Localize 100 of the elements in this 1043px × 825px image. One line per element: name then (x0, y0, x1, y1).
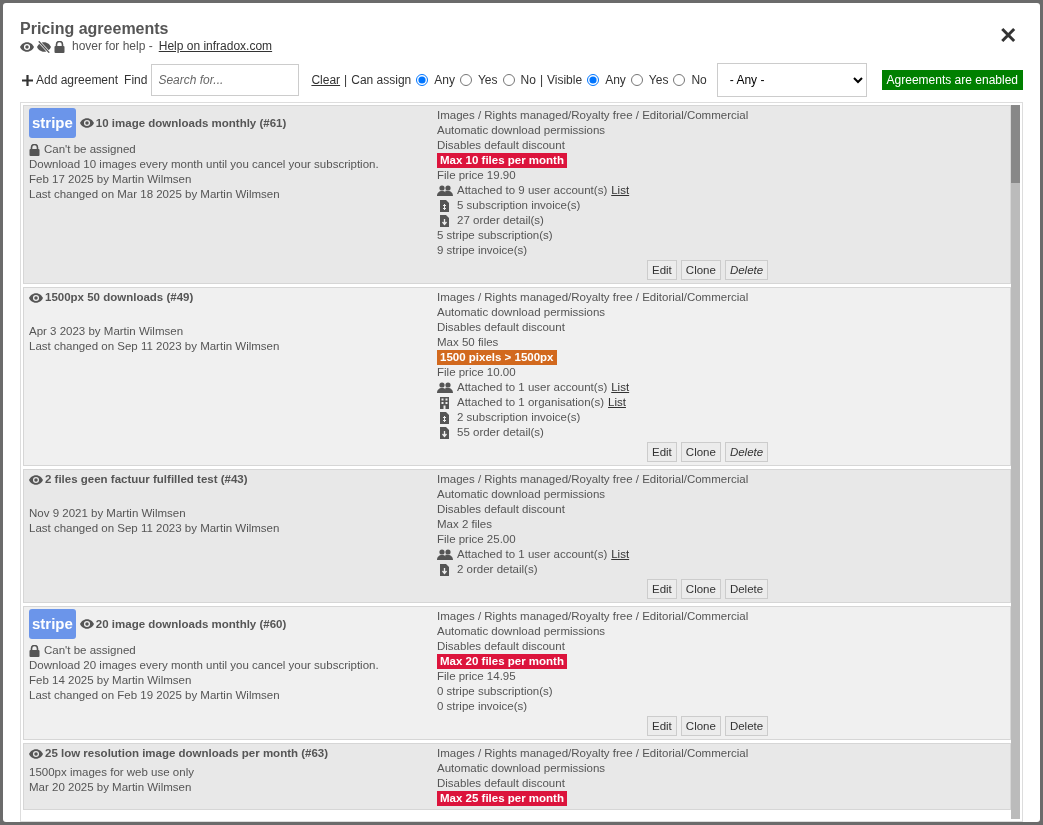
agreement-detail: Last changed on Sep 11 2023 by Martin Wilmsen (29, 521, 281, 536)
attachment-text: Attached to 1 user account(s) (457, 547, 608, 562)
action-button[interactable]: Clone (680, 716, 721, 736)
eye-icon (29, 292, 43, 303)
agreement-property: Images / Rights managed/Royalty free / Editorial/Commercial (437, 746, 750, 761)
scrollbar[interactable] (1011, 105, 1020, 819)
agreement-detail: Download 20 images every month until you cancel your subscription. (29, 658, 380, 673)
agreement-property: Images / Rights managed/Royalty free / Editorial/Commercial (437, 290, 750, 305)
action-button[interactable]: Delete (724, 579, 769, 599)
attachment-text: 55 order detail(s) (457, 425, 544, 440)
help-link[interactable]: Help on infradox.com (158, 39, 273, 54)
radio-label: No (691, 73, 707, 87)
can-assign-label: Can assign (351, 73, 412, 87)
agreement-property: Automatic download permissions (437, 123, 607, 138)
radio-label: Any (605, 73, 626, 87)
lock-icon (54, 40, 65, 53)
stripe-logo: stripe (29, 108, 76, 138)
agreement-title: 2 files geen factuur fulfilled test (#43) (29, 472, 248, 487)
radio-button[interactable] (673, 74, 686, 86)
agreement-property: Images / Rights managed/Royalty free / Editorial/Commercial (437, 472, 750, 487)
radio-label: Yes (477, 73, 498, 87)
separator: | (539, 73, 543, 87)
attachment-text: Attached to 1 organisation(s) (457, 395, 605, 410)
lock-icon (29, 143, 40, 156)
lock-icon (29, 644, 40, 657)
eye-slash-icon (37, 40, 51, 53)
users-icon (437, 549, 453, 560)
agreement-property: Max 2 files (437, 517, 493, 532)
agreement-property: Automatic download permissions (437, 487, 607, 502)
visible-label: Visible (547, 73, 583, 87)
agreement-title: 10 image downloads monthly (#61) (79, 115, 287, 131)
list-link[interactable]: List (611, 547, 630, 562)
agreement-detail: Apr 3 2023 by Martin Wilmsen (29, 324, 185, 339)
list-link[interactable]: List (608, 395, 626, 410)
agreement-property: Disables default discount (437, 138, 566, 153)
search-field[interactable]: Search for... (151, 64, 300, 96)
attachment-text: 27 order detail(s) (457, 213, 544, 228)
eye-icon (29, 748, 43, 759)
attachment-text: 2 subscription invoice(s) (457, 410, 581, 425)
radio-button[interactable] (502, 74, 515, 86)
agreement-property: File price 19.90 (437, 168, 517, 183)
radio-label: Yes (648, 73, 669, 87)
attachment-text: Attached to 9 user account(s) (457, 183, 608, 198)
agreement-property: 0 stripe invoice(s) (437, 699, 529, 714)
agreement-property: File price 25.00 (437, 532, 517, 547)
radio-button[interactable] (416, 74, 429, 86)
agreement-detail: Last changed on Mar 18 2025 by Martin Wilmsen (29, 187, 281, 202)
agreement-detail: 1500px images for web use only (29, 765, 195, 780)
agreement-property: 9 stripe invoice(s) (437, 243, 529, 258)
clear-link[interactable]: Clear (311, 73, 341, 87)
list-link[interactable]: List (611, 380, 630, 395)
eye-icon (20, 41, 34, 52)
agreement-property: Disables default discount (437, 639, 566, 654)
agreement-property: File price 10.00 (437, 365, 517, 380)
find-label: Find (124, 73, 148, 87)
agreement-property: 5 stripe subscription(s) (437, 228, 554, 243)
radio-button[interactable] (630, 74, 643, 86)
action-button[interactable]: Edit (647, 260, 677, 280)
separator: | (344, 73, 348, 87)
attachment-text: 2 order detail(s) (457, 562, 538, 577)
add-agreement-button[interactable]: Add agreement (20, 73, 121, 87)
agreement-detail: Last changed on Sep 11 2023 by Martin Wilmsen (29, 339, 281, 354)
agreement-property: Disables default discount (437, 776, 566, 791)
agreement-property: Images / Rights managed/Royalty free / Editorial/Commercial (437, 108, 750, 123)
locked-text: Can't be assigned (44, 142, 136, 157)
action-button[interactable]: Edit (647, 442, 677, 462)
action-button[interactable]: Clone (680, 442, 721, 462)
eye-icon (79, 619, 94, 629)
agreement-property: Disables default discount (437, 320, 566, 335)
agreement-property: Automatic download permissions (437, 624, 607, 639)
agreement-property: Automatic download permissions (437, 305, 607, 320)
radio-button[interactable] (587, 74, 600, 86)
agreement-property: Automatic download permissions (437, 761, 607, 776)
action-button[interactable]: Delete (724, 260, 769, 280)
action-button[interactable]: Edit (647, 716, 677, 736)
status-badge: Agreements are enabled (881, 70, 1023, 90)
eye-icon (29, 474, 43, 485)
agreement-detail: Feb 17 2025 by Martin Wilmsen (29, 172, 193, 187)
list-link[interactable]: List (611, 183, 630, 198)
limit-badge: Max 10 files per month (437, 153, 567, 168)
agreement-title: 25 low resolution image downloads per month (#63) (29, 746, 329, 761)
filter-dropdown[interactable]: - Any - (716, 63, 867, 97)
agreement-detail: Last changed on Feb 19 2025 by Martin Wilmsen (29, 688, 281, 703)
stripe-logo: stripe (29, 609, 76, 639)
limit-badge: Max 20 files per month (437, 654, 567, 669)
close-button[interactable]: ✕ (993, 23, 1023, 49)
action-button[interactable]: Delete (724, 716, 769, 736)
agreement-title: 20 image downloads monthly (#60) (79, 616, 287, 632)
action-button[interactable]: Delete (724, 442, 769, 462)
agreement-detail: Mar 20 2025 by Martin Wilmsen (29, 780, 193, 795)
agreement-property: Disables default discount (437, 502, 566, 517)
users-icon (437, 382, 453, 393)
agreement-detail: Nov 9 2021 by Martin Wilmsen (29, 506, 187, 521)
action-button[interactable]: Edit (647, 579, 677, 599)
action-button[interactable]: Clone (680, 260, 721, 280)
action-button[interactable]: Clone (680, 579, 721, 599)
radio-label: Any (434, 73, 455, 87)
attachment-text: 5 subscription invoice(s) (457, 198, 581, 213)
radio-button[interactable] (459, 74, 472, 86)
radio-label: No (520, 73, 536, 87)
